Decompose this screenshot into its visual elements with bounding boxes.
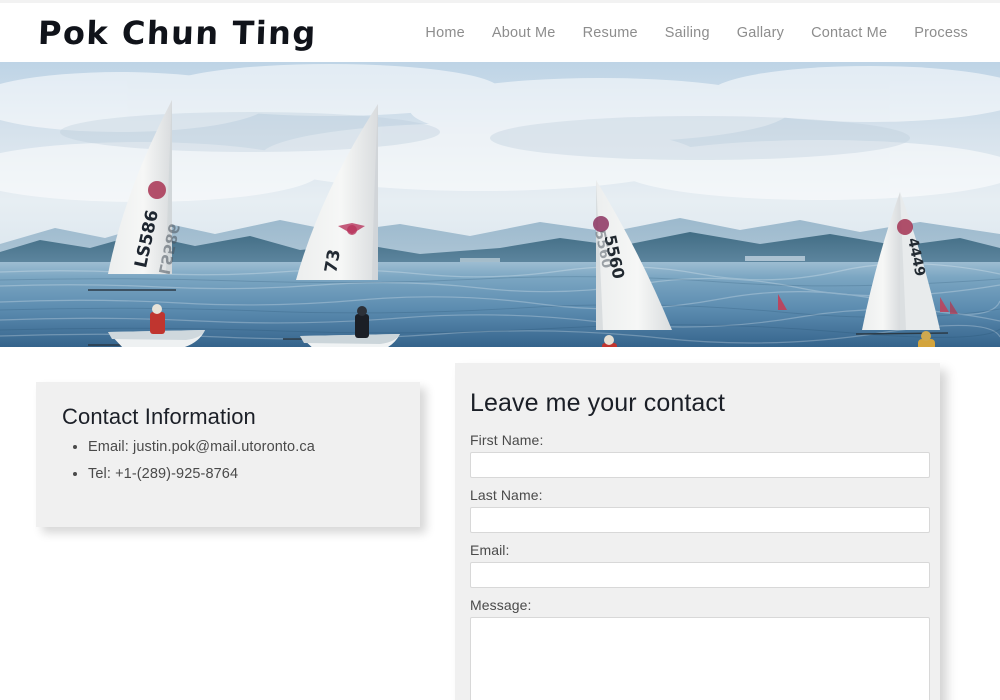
message-label: Message: xyxy=(470,597,532,613)
contact-information-card: Contact Information Email: justin.pok@ma… xyxy=(36,382,420,527)
nav-home[interactable]: Home xyxy=(425,25,464,41)
nav-resume[interactable]: Resume xyxy=(583,25,638,41)
nav-process[interactable]: Process xyxy=(914,25,968,41)
nav-gallary[interactable]: Gallary xyxy=(737,25,784,41)
site-brand-logo[interactable]: Pok Chun Ting xyxy=(37,14,317,52)
contact-information-title: Contact Information xyxy=(62,404,256,429)
contact-form-panel: Leave me your contact First Name: Last N… xyxy=(455,363,940,700)
email-label: Email: xyxy=(470,542,510,558)
message-field-wrapper xyxy=(470,617,930,700)
nav-about-me[interactable]: About Me xyxy=(492,25,556,41)
contact-form-title: Leave me your contact xyxy=(470,389,726,417)
last-name-label: Last Name: xyxy=(470,487,543,503)
contact-email-item: Email: justin.pok@mail.utoronto.ca xyxy=(88,440,394,455)
site-header: Pok Chun Ting Home About Me Resume Saili… xyxy=(0,3,1000,62)
content-area: Contact Information Email: justin.pok@ma… xyxy=(0,347,1000,700)
first-name-label: First Name: xyxy=(470,432,544,448)
contact-phone-item: Tel: +1-(289)-925-8764 xyxy=(88,466,394,482)
nav-contact-me[interactable]: Contact Me xyxy=(811,25,887,41)
message-textarea[interactable] xyxy=(470,617,930,700)
hero-illustration: LS586 LS586 73 5560 5560 4449 xyxy=(0,62,1000,347)
first-name-input[interactable] xyxy=(470,452,930,478)
contact-information-list: Email: justin.pok@mail.utoronto.ca Tel: … xyxy=(62,440,394,481)
email-input[interactable] xyxy=(470,562,930,588)
svg-text:73: 73 xyxy=(321,248,345,275)
nav-sailing[interactable]: Sailing xyxy=(665,25,710,41)
main-navigation: Home About Me Resume Sailing Gallary Con… xyxy=(425,25,976,41)
page-root: Pok Chun Ting Home About Me Resume Saili… xyxy=(0,0,1000,700)
last-name-input[interactable] xyxy=(470,507,930,533)
hero-sailing-photo: LS586 LS586 73 5560 5560 4449 xyxy=(0,62,1000,347)
